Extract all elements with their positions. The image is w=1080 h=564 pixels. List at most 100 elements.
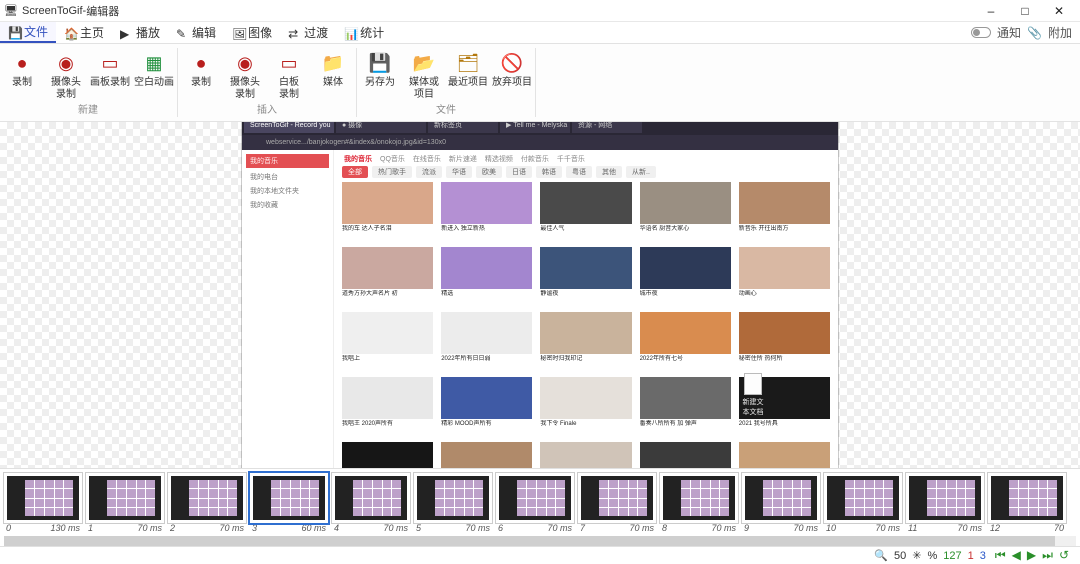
tab-icon: 💾 xyxy=(8,26,20,38)
tab-4[interactable]: 🖼图像 xyxy=(224,22,280,43)
attach-label[interactable]: 附加 xyxy=(1048,24,1072,41)
playback-btn-3[interactable]: ⏭ xyxy=(1042,548,1053,562)
ribbon-icon: ▦ xyxy=(140,49,168,77)
grid-card: 番奏八所所有 加 弹声 xyxy=(640,377,731,436)
tab-label: 主页 xyxy=(80,24,104,41)
grid-card: 道秀方孙大声名片 初 xyxy=(342,247,433,306)
timeline-frame[interactable]: 170 ms xyxy=(86,473,164,536)
status-red: 1 xyxy=(968,550,974,562)
notify-toggle[interactable] xyxy=(971,27,991,38)
timeline-frame[interactable]: 1070 ms xyxy=(824,473,902,536)
frame-index: 3 xyxy=(252,523,257,533)
minimize-button[interactable]: – xyxy=(974,0,1008,22)
grid-card: 2022年所有七号 xyxy=(640,312,731,371)
tab-2[interactable]: ▶播放 xyxy=(112,22,168,43)
frame-index: 9 xyxy=(744,523,749,533)
filter-pill: 韩语 xyxy=(536,166,562,178)
tab-icon: ▶ xyxy=(120,27,132,39)
grid-card: 城市夜 xyxy=(640,247,731,306)
ribbon-label: 录制 xyxy=(12,77,32,101)
timeline-frame[interactable]: 570 ms xyxy=(414,473,492,536)
tab-6[interactable]: 📊统计 xyxy=(336,22,392,43)
ribbon-btn-2-3[interactable]: 🚫放弃项目 xyxy=(490,46,534,101)
ribbon-icon: 🗂 xyxy=(454,49,482,77)
desktop-file: 新建文本文档 xyxy=(740,373,766,417)
frame-ms: 70 ms xyxy=(629,523,654,533)
ribbon-icon: 📂 xyxy=(410,49,438,77)
sidebar-header: 我的音乐 xyxy=(246,154,329,168)
grid-card: 我唱上 xyxy=(342,312,433,371)
timeline-frame[interactable]: 7 70 ms xyxy=(578,473,656,536)
grid-card: 我的车 达人子名泪 xyxy=(342,182,433,241)
timeline-frame[interactable]: 1170 ms xyxy=(906,473,984,536)
grid-card xyxy=(739,442,830,468)
ribbon-btn-0-2[interactable]: ▭画板录制 xyxy=(88,46,132,101)
frame-index: 11 xyxy=(908,523,917,533)
timeline-frame[interactable]: 870 ms xyxy=(660,473,738,536)
timeline-scrollbar[interactable] xyxy=(4,536,1076,546)
maximize-button[interactable]: □ xyxy=(1008,0,1042,22)
ribbon-btn-1-1[interactable]: ◉摄像头 录制 xyxy=(223,46,267,101)
ribbon: ●录制◉摄像头 录制▭画板录制▦空白动画新建●录制◉摄像头 录制▭白板 录制📁媒… xyxy=(0,44,1080,122)
zoom-value[interactable]: 50 xyxy=(894,550,906,562)
grid-card: 新进入 独立新热 xyxy=(441,182,532,241)
filter-pill: 热门歌手 xyxy=(372,166,412,178)
playback-btn-4[interactable]: ↺ xyxy=(1059,548,1069,562)
nav-item: 新片速递 xyxy=(449,154,477,164)
timeline-frame[interactable]: 270 ms xyxy=(168,473,246,536)
tab-label: 过渡 xyxy=(304,24,328,41)
editor-canvas[interactable]: ScreenToGif - Record you● 摄像新标签页▶ Tell m… xyxy=(0,122,1080,468)
ribbon-btn-2-2[interactable]: 🗂最近项目 xyxy=(446,46,490,101)
frame-ms: 70 ms xyxy=(383,523,408,533)
ribbon-btn-2-1[interactable]: 📂媒体或 项目 xyxy=(402,46,446,101)
ribbon-btn-1-3[interactable]: 📁媒体 xyxy=(311,46,355,101)
frame-index: 7 xyxy=(580,523,585,533)
frame-ms: 70 ms xyxy=(793,523,818,533)
grid-card: 我唱王 2020声所有 xyxy=(342,377,433,436)
ribbon-icon: ● xyxy=(187,49,215,77)
ribbon-btn-1-0[interactable]: ●录制 xyxy=(179,46,223,101)
status-blue: 3 xyxy=(980,550,986,562)
tab-5[interactable]: ⇄过渡 xyxy=(280,22,336,43)
grid-card: 秘密住所 热何所 xyxy=(739,312,830,371)
ribbon-btn-2-0[interactable]: 💾另存为 xyxy=(358,46,402,101)
status-green: 127 xyxy=(943,550,961,562)
grid-card: 新音乐 开往出南方 xyxy=(739,182,830,241)
frame-index: 12 xyxy=(990,523,1000,533)
ribbon-label: 媒体 xyxy=(323,77,343,101)
ribbon-label: 录制 xyxy=(191,77,211,101)
ribbon-label: 空白动画 xyxy=(134,77,174,101)
filter-pill: 粤语 xyxy=(566,166,592,178)
timeline-frame[interactable]: 670 ms xyxy=(496,473,574,536)
timeline-frame[interactable]: 9 70 ms xyxy=(742,473,820,536)
frame-ms: 70 ms xyxy=(137,523,162,533)
nav-item: 精选视频 xyxy=(485,154,513,164)
playback-btn-1[interactable]: ◀ xyxy=(1012,548,1021,562)
ribbon-label: 媒体或 项目 xyxy=(409,77,439,101)
tab-3[interactable]: ✎编辑 xyxy=(168,22,224,43)
timeline-frame[interactable]: 1270 xyxy=(988,473,1066,536)
grid-card xyxy=(640,442,731,468)
frame-ms: 130 ms xyxy=(50,523,80,533)
ribbon-label: 另存为 xyxy=(365,77,395,101)
ribbon-btn-0-0[interactable]: ●录制 xyxy=(0,46,44,101)
playback-btn-0[interactable]: ⏮ xyxy=(995,548,1006,562)
frame-ms: 60 ms xyxy=(301,523,326,533)
frame-index: 10 xyxy=(826,523,836,533)
ribbon-label: 放弃项目 xyxy=(492,77,532,101)
filter-pill: 全部 xyxy=(342,166,368,178)
timeline-frame[interactable]: 470 ms xyxy=(332,473,410,536)
ribbon-btn-1-2[interactable]: ▭白板 录制 xyxy=(267,46,311,101)
playback-btn-2[interactable]: ▶ xyxy=(1027,548,1036,562)
timeline-frame[interactable]: 3 60 ms xyxy=(250,473,328,536)
timeline: 0130 ms170 ms270 ms360 ms470 ms570 ms670… xyxy=(0,468,1080,546)
tab-1[interactable]: 🏠主页 xyxy=(56,22,112,43)
close-button[interactable]: ✕ xyxy=(1042,0,1076,22)
ribbon-btn-0-1[interactable]: ◉摄像头 录制 xyxy=(44,46,88,101)
timeline-frame[interactable]: 0130 ms xyxy=(4,473,82,536)
tab-0[interactable]: 💾文件 xyxy=(0,22,56,43)
frame-index: 5 xyxy=(416,523,421,533)
frame-index: 6 xyxy=(498,523,503,533)
ribbon-btn-0-3[interactable]: ▦空白动画 xyxy=(132,46,176,101)
ribbon-icon: ▭ xyxy=(96,49,124,77)
